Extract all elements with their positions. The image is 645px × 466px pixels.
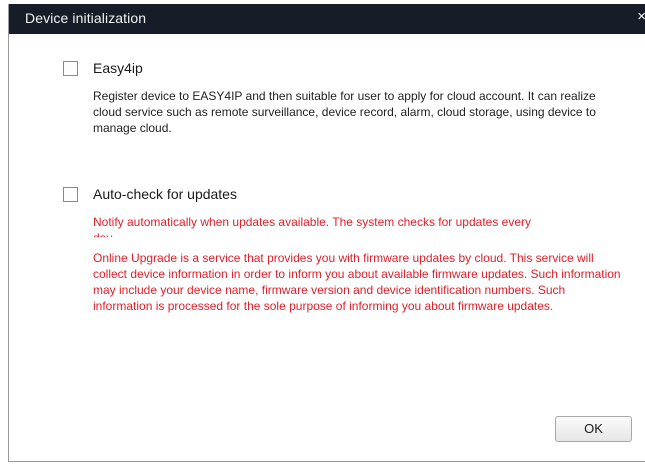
- online-upgrade-description: Online Upgrade is a service that provide…: [93, 251, 621, 313]
- ok-button[interactable]: OK: [555, 416, 632, 442]
- notify-line: Notify automatically when updates availa…: [93, 215, 531, 229]
- notify-clipped-line: day.: [93, 230, 621, 237]
- dialog-titlebar[interactable]: Device initialization ×: [9, 4, 645, 34]
- easy4ip-description: Register device to EASY4IP and then suit…: [93, 89, 596, 135]
- close-icon[interactable]: ×: [637, 8, 645, 26]
- easy4ip-label[interactable]: Easy4ip: [93, 60, 143, 76]
- dialog-title: Device initialization: [25, 10, 147, 26]
- easy4ip-checkbox[interactable]: [63, 61, 78, 76]
- auto-check-label[interactable]: Auto-check for updates: [93, 186, 237, 202]
- device-initialization-dialog: Device initialization × Easy4ip Register…: [8, 4, 645, 462]
- page: Device initialization × Easy4ip Register…: [0, 0, 645, 466]
- auto-check-checkbox[interactable]: [63, 187, 78, 202]
- notify-description: Notify automatically when updates availa…: [93, 214, 621, 237]
